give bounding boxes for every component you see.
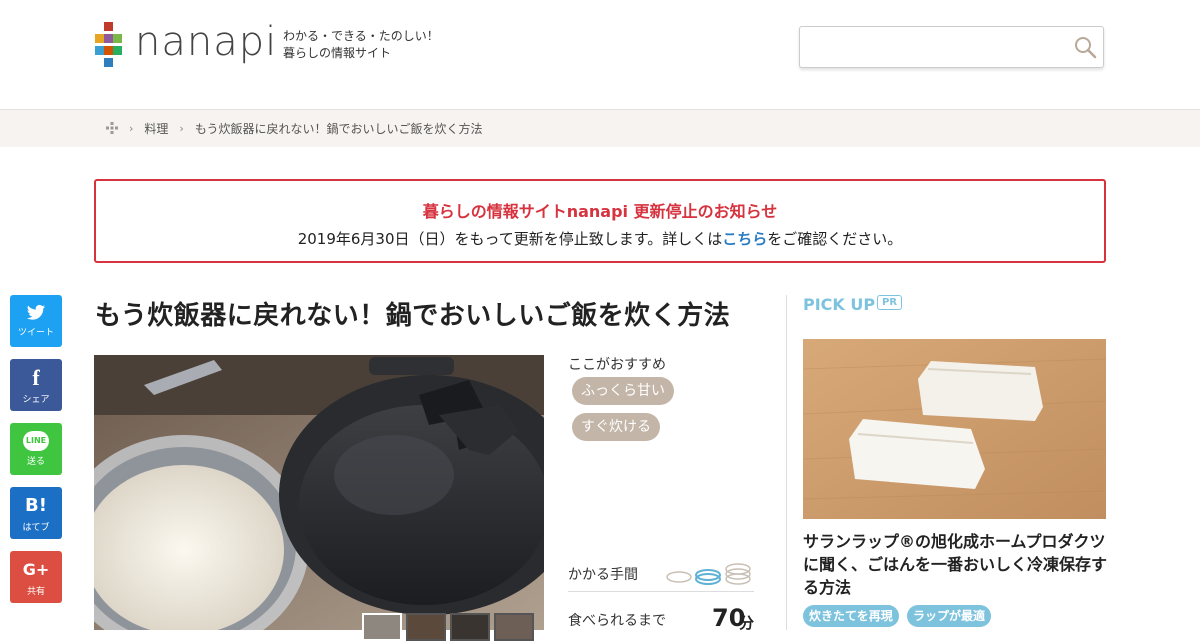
twitter-icon (26, 304, 46, 320)
pr-badge: PR (877, 295, 903, 310)
pickup-tag[interactable]: ラップが最適 (907, 605, 992, 627)
line-icon: LINE (23, 431, 49, 451)
breadcrumb-item-category[interactable]: 料理 (144, 120, 168, 137)
tagline-line-1: わかる・できる・たのしい！ (283, 29, 439, 43)
chevron-right-icon: › (129, 122, 134, 135)
twitter-share-button[interactable]: ツイート (10, 295, 62, 347)
hatena-icon: B! (25, 495, 47, 516)
photo-thumbnail[interactable] (406, 613, 446, 641)
photo-thumbnail[interactable] (450, 613, 490, 641)
hatena-share-button[interactable]: B! はてブ (10, 487, 62, 539)
article-main-photo[interactable] (94, 355, 544, 630)
google-share-button[interactable]: G+ 共有 (10, 551, 62, 603)
line-share-button[interactable]: LINE 送る (10, 423, 62, 475)
google-share-label: 共有 (26, 587, 45, 597)
site-logo[interactable]: nanapi (95, 19, 278, 67)
tagline-line-2: 暮らしの情報サイト (283, 46, 392, 60)
google-plus-icon: G+ (22, 560, 50, 579)
site-tagline: わかる・できる・たのしい！ 暮らしの情報サイト (283, 28, 439, 62)
chevron-right-icon: › (179, 122, 184, 135)
recommend-tag[interactable]: ふっくら甘い (572, 377, 674, 405)
photo-thumbnail[interactable] (494, 613, 534, 641)
recommend-tag[interactable]: すぐ炊ける (572, 413, 660, 441)
notice-text-before: 2019年6月30日（日）をもって更新を停止致します。詳しくは (297, 230, 723, 248)
photo-thumbnail[interactable] (362, 613, 402, 641)
line-share-label: 送る (26, 457, 45, 467)
search-icon[interactable] (1073, 35, 1097, 59)
photo-thumbnails (362, 613, 534, 641)
recommend-label: ここがおすすめ (568, 357, 666, 373)
notice-details-link[interactable]: こちら (722, 230, 767, 248)
logo-mark-icon (95, 22, 127, 67)
meta-divider (568, 591, 754, 592)
logo-text: nanapi (135, 19, 278, 65)
frozen-rice-image (803, 339, 1106, 519)
effort-label: かかる手間 (568, 567, 638, 583)
hatena-share-label: はてブ (22, 523, 50, 533)
search-box (799, 26, 1104, 68)
service-notice: 暮らしの情報サイトnanapi 更新停止のお知らせ 2019年6月30日（日）を… (94, 179, 1106, 263)
breadcrumb-item-current: もう炊飯器に戻れない！鍋でおいしいご飯を炊く方法 (194, 122, 483, 136)
home-icon[interactable] (106, 121, 118, 136)
facebook-icon: f (32, 365, 40, 390)
article-title: もう炊飯器に戻れない！鍋でおいしいご飯を炊く方法 (95, 301, 731, 331)
sidebar-divider (786, 295, 787, 630)
notice-text-after: をご確認ください。 (767, 230, 903, 248)
site-header: nanapi わかる・できる・たのしい！ 暮らしの情報サイト (0, 0, 1200, 109)
notice-title: 暮らしの情報サイトnanapi 更新停止のお知らせ (422, 202, 778, 221)
pickup-heading: PICK UP (803, 295, 876, 314)
effort-rating-icon (666, 563, 751, 585)
rice-and-pot-image (94, 355, 544, 630)
pickup-image[interactable] (803, 339, 1106, 519)
facebook-share-button[interactable]: f シェア (10, 359, 62, 411)
pickup-article-title[interactable]: サランラップ®の旭化成ホームプロダクツに聞く、ごはんを一番おいしく冷凍保存する方… (803, 530, 1108, 599)
search-input[interactable] (800, 27, 1060, 67)
breadcrumb: › 料理 › もう炊飯器に戻れない！鍋でおいしいご飯を炊く方法 (0, 109, 1200, 147)
time-label: 食べられるまで (568, 613, 666, 629)
twitter-share-label: ツイート (17, 328, 54, 338)
notice-body: 2019年6月30日（日）をもって更新を停止致します。詳しくはこちらをご確認くだ… (96, 228, 1104, 249)
facebook-share-label: シェア (22, 395, 50, 405)
pickup-tag[interactable]: 炊きたてを再現 (803, 605, 899, 627)
